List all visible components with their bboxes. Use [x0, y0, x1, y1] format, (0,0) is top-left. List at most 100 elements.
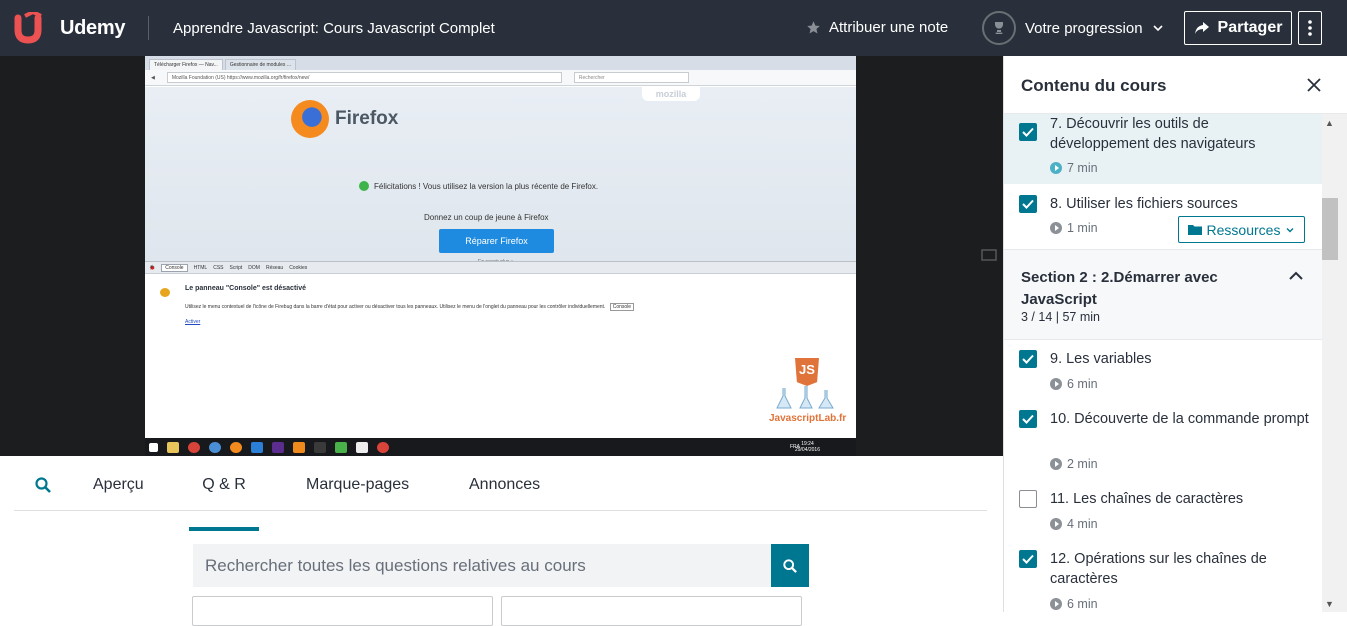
section-title: Section 2 : 2.Démarrer avec JavaScript — [1021, 269, 1218, 308]
chevron-down-icon — [1286, 227, 1294, 232]
lecture-title: 11. Les chaînes de caractères — [1050, 491, 1244, 507]
trophy-icon — [982, 11, 1016, 45]
scroll-down-icon[interactable]: ▼ — [1325, 599, 1334, 609]
more-vertical-icon — [1308, 20, 1312, 36]
lecture-item[interactable]: 8. Utiliser les fichiers sources 1 min R… — [1004, 184, 1322, 249]
sidebar-header: Contenu du cours — [1004, 56, 1347, 114]
lecture-item[interactable]: 11. Les chaînes de caractères 4 min — [1004, 480, 1322, 540]
lecture-duration: 2 min — [1067, 457, 1098, 471]
scroll-up-icon[interactable]: ▲ — [1325, 118, 1334, 128]
progress-dropdown[interactable]: Votre progression — [982, 11, 1164, 45]
top-bar: Udemy Apprendre Javascript: Cours Javasc… — [0, 0, 1347, 56]
rate-course-button[interactable]: Attribuer une note — [806, 19, 948, 36]
tab-bookmarks[interactable]: Marque-pages — [306, 476, 409, 494]
illustrator-icon — [293, 441, 305, 453]
play-icon — [1050, 518, 1062, 530]
search-icon — [35, 477, 51, 493]
flask-icon — [776, 386, 834, 409]
firebug-panel-title: Le panneau "Console" est désactivé — [185, 285, 307, 292]
close-icon[interactable] — [1306, 77, 1322, 93]
sidebar-scrollbar[interactable] — [1322, 114, 1347, 612]
qa-sort-dropdown[interactable] — [501, 596, 802, 626]
header-divider — [148, 16, 149, 40]
search-icon — [783, 558, 797, 573]
lecture-title: 9. Les variables — [1050, 351, 1152, 367]
app-icon — [272, 441, 284, 453]
chevron-down-icon — [1153, 25, 1163, 32]
check-icon — [1022, 354, 1034, 364]
video-player[interactable]: Télécharger Firefox — Nav... Gestionnair… — [0, 56, 1003, 456]
tab-overview[interactable]: Aperçu — [93, 476, 144, 494]
video-frame[interactable]: Télécharger Firefox — Nav... Gestionnair… — [145, 56, 856, 456]
lecture-meta: 6 min — [1050, 377, 1098, 391]
firebug-tab: DOM — [248, 264, 260, 271]
lecture-duration: 6 min — [1067, 597, 1098, 611]
share-label: Partager — [1217, 19, 1283, 36]
check-icon — [1022, 127, 1034, 137]
firebug-tab: HTML — [193, 264, 208, 271]
lecture-duration: 4 min — [1067, 517, 1098, 531]
section-header[interactable]: Section 2 : 2.Démarrer avec JavaScript 3… — [1004, 249, 1322, 340]
course-tabs: Aperçu Q & R Marque-pages Annonces — [14, 456, 987, 531]
firebug-tab: Réseau — [265, 264, 284, 271]
tab-qa[interactable]: Q & R — [189, 476, 259, 531]
globe-icon — [209, 441, 221, 453]
check-icon — [1022, 554, 1034, 564]
firebug-tab: CSS — [213, 264, 224, 271]
share-button[interactable]: Partager — [1184, 11, 1292, 45]
windows-start-icon — [149, 442, 158, 452]
firebug-tab: Script — [229, 264, 243, 271]
browser-url-bar: Mozilla Foundation (US) https://www.mozi… — [166, 72, 562, 83]
firebug-toolbar: 🐞 Console HTML CSS Script DOM Réseau Coo… — [145, 261, 856, 274]
udemy-logo[interactable]: Udemy — [14, 12, 126, 44]
taskbar-clock: 19:24 29/04/2016 — [795, 441, 820, 453]
firebug-enable-link: Activer — [185, 319, 201, 325]
progress-label: Votre progression — [1025, 19, 1143, 37]
share-icon — [1194, 22, 1209, 34]
lecture-checkbox[interactable] — [1019, 410, 1037, 428]
check-icon — [1022, 199, 1034, 209]
firefox-wordmark: Firefox — [335, 108, 399, 129]
qa-search-button[interactable] — [771, 544, 809, 587]
search-tab[interactable] — [35, 477, 51, 498]
firefox-congrats-text: Félicitations ! Vous utilisez la version… — [374, 181, 599, 191]
firefox-page: mozilla Firefox Félicitations ! Vous uti… — [145, 87, 856, 265]
more-options-button[interactable] — [1298, 11, 1322, 45]
windows-taskbar: FRA 19:24 29/04/2016 — [145, 438, 856, 456]
course-content-sidebar: Contenu du cours ▲ ▼ 7. Découvrir les ou… — [1003, 56, 1347, 612]
browser-tab: Gestionnaire de modules ... — [224, 59, 296, 70]
star-icon — [807, 21, 820, 34]
lecture-checkbox[interactable] — [1019, 350, 1037, 368]
sidebar-scrollbar-thumb[interactable] — [1322, 198, 1338, 260]
chevron-up-icon[interactable] — [1288, 270, 1304, 282]
back-arrow-icon: ◀ — [151, 74, 155, 81]
lecture-item[interactable]: 7. Découvrir les outils de développement… — [1004, 114, 1322, 184]
tab-announcements[interactable]: Annonces — [469, 476, 540, 494]
lecture-meta: 6 min — [1050, 597, 1098, 611]
qa-search — [193, 544, 809, 587]
firefox-refresh-text: Donnez un coup de jeune à Firefox — [424, 213, 549, 222]
qa-filter-dropdown[interactable] — [192, 596, 493, 626]
lecture-meta: 2 min — [1050, 457, 1098, 471]
section-meta: 3 / 14 | 57 min — [1021, 310, 1100, 324]
lecture-checkbox[interactable] — [1019, 490, 1037, 508]
qa-search-input[interactable] — [193, 544, 771, 587]
resources-button[interactable]: Ressources — [1178, 216, 1305, 243]
browser-tab: Télécharger Firefox — Nav... — [149, 59, 223, 70]
firefox-refresh-button: Réparer Firefox — [439, 229, 554, 253]
lecture-duration: 1 min — [1067, 221, 1098, 235]
lecture-checkbox[interactable] — [1019, 195, 1037, 213]
lecture-checkbox[interactable] — [1019, 123, 1037, 141]
lecture-title: 8. Utiliser les fichiers sources — [1050, 196, 1238, 212]
firebug-tab: Console — [161, 263, 188, 272]
lecture-item[interactable]: 12. Opérations sur les chaînes de caract… — [1004, 540, 1322, 612]
expand-icon[interactable] — [981, 247, 997, 263]
sidebar-title: Contenu du cours — [1021, 76, 1167, 95]
play-icon — [1050, 458, 1062, 470]
lecture-checkbox[interactable] — [1019, 550, 1037, 568]
lecture-item[interactable]: 10. Découverte de la commande prompt 2 m… — [1004, 400, 1322, 480]
lecture-item[interactable]: 9. Les variables 6 min — [1004, 340, 1322, 400]
course-title[interactable]: Apprendre Javascript: Cours Javascript C… — [173, 20, 495, 37]
chrome-icon — [377, 441, 389, 453]
firefox-congrats: Félicitations ! Vous utilisez la version… — [359, 181, 598, 191]
